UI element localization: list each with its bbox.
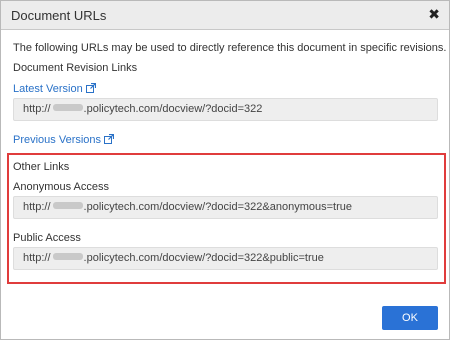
anonymous-access-label: Anonymous Access (13, 181, 109, 193)
anonymous-access-url-field[interactable]: http:// .policytech.com/docview/?docid=32… (13, 196, 438, 219)
latest-version-label: Latest Version (13, 83, 83, 95)
external-link-icon (104, 134, 115, 144)
redacted-subdomain (52, 253, 83, 260)
intro-text: The following URLs may be used to direct… (13, 42, 447, 54)
previous-versions-label: Previous Versions (13, 134, 102, 146)
revision-links-heading: Document Revision Links (13, 62, 138, 74)
url-path: .policytech.com/docview/?docid=322&publi… (83, 252, 324, 264)
url-path: .policytech.com/docview/?docid=322&anony… (83, 201, 352, 213)
external-link-icon (85, 83, 96, 93)
public-access-label: Public Access (13, 232, 81, 244)
other-links-heading: Other Links (13, 161, 70, 173)
latest-version-url-field[interactable]: http:// .policytech.com/docview/?docid=32… (13, 98, 438, 121)
document-urls-dialog: Document URLs ✖ The following URLs may b… (0, 0, 450, 340)
url-path: .policytech.com/docview/?docid=322 (83, 103, 263, 115)
url-scheme: http:// (23, 201, 51, 213)
public-access-url-field[interactable]: http:// .policytech.com/docview/?docid=32… (13, 247, 438, 270)
url-scheme: http:// (23, 252, 51, 264)
url-scheme: http:// (23, 103, 51, 115)
latest-version-link[interactable]: Latest Version (13, 83, 96, 95)
dialog-title: Document URLs (11, 8, 107, 23)
redacted-subdomain (52, 104, 83, 111)
redacted-subdomain (52, 202, 83, 209)
close-icon[interactable]: ✖ (428, 6, 440, 22)
dialog-titlebar: Document URLs ✖ (1, 1, 449, 30)
previous-versions-link[interactable]: Previous Versions (13, 134, 115, 146)
ok-button[interactable]: OK (382, 306, 438, 330)
